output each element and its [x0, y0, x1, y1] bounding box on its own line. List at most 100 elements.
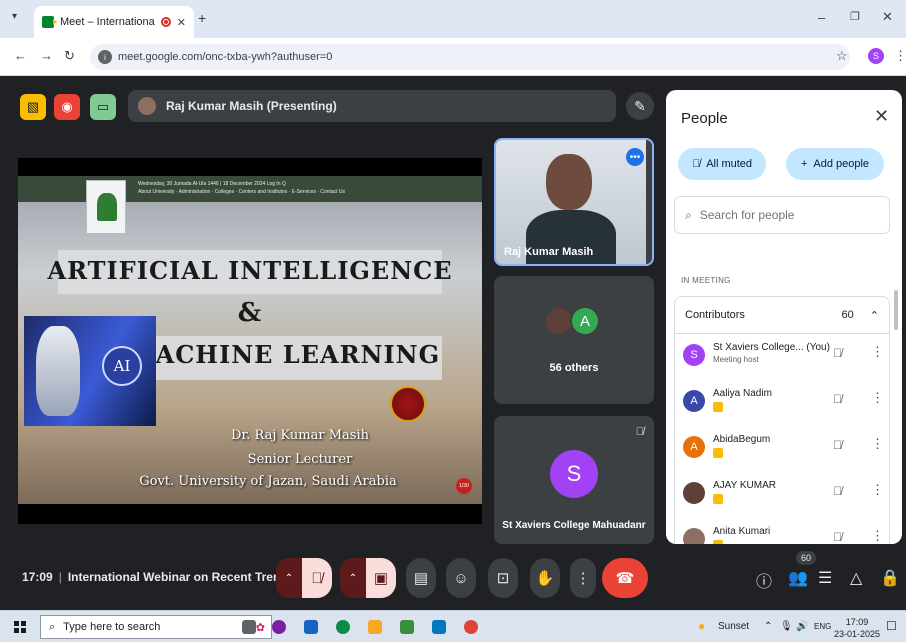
edge-icon[interactable] — [336, 620, 350, 634]
present-button[interactable]: ⊡ — [488, 558, 518, 598]
more-options-icon[interactable]: ⋮ — [871, 390, 884, 406]
contributors-count: 60 — [841, 309, 854, 321]
new-tab-button[interactable]: + — [198, 10, 206, 26]
add-people-button[interactable]: + Add people — [786, 148, 884, 180]
annotate-pen-icon[interactable]: ✎ — [626, 92, 654, 120]
minimize-icon[interactable]: – — [818, 10, 825, 25]
more-options-icon[interactable]: ⋮ — [871, 436, 884, 452]
mic-off-icon[interactable]: 🎙̸ — [833, 392, 842, 406]
weather-label[interactable]: Sunset — [718, 621, 749, 632]
tile-options-icon[interactable]: ••• — [626, 148, 644, 166]
contributors-label: Contributors — [685, 309, 745, 321]
back-icon[interactable]: ← — [14, 48, 27, 63]
people-icon[interactable]: 👥 — [788, 568, 808, 588]
people-panel: People ✕ 🎙̸ All muted + Add people ⌕ IN … — [666, 90, 902, 544]
activities-icon[interactable]: △ — [850, 568, 862, 588]
taskbar-search[interactable]: ⌕ Type here to search ✿ — [40, 615, 272, 639]
companion-icon[interactable]: ▭ — [90, 94, 116, 120]
close-panel-icon[interactable]: ✕ — [874, 106, 889, 127]
meeting-title: International Webinar on Recent Tren... — [67, 570, 291, 584]
chrome-icon[interactable] — [464, 620, 478, 634]
mic-options-chevron-icon[interactable]: ⌃ — [276, 558, 302, 598]
self-tile[interactable]: 🎙̸ S St Xaviers College Mahuadanr — [494, 416, 654, 544]
close-window-icon[interactable]: ✕ — [882, 9, 893, 25]
self-avatar: S — [550, 450, 598, 498]
url-field[interactable]: i meet.google.com/onc-txba-ywh?authuser=… — [90, 44, 850, 70]
site-info-icon[interactable]: i — [98, 50, 112, 64]
task-view-icon[interactable] — [242, 620, 256, 634]
more-options-button[interactable]: ⋮ — [570, 558, 596, 598]
profile-avatar[interactable]: S — [868, 48, 884, 64]
presenter-avatar — [138, 97, 156, 115]
forward-icon[interactable]: → — [40, 48, 53, 63]
presenting-bar[interactable]: Raj Kumar Masih (Presenting) — [128, 90, 616, 122]
file-explorer-icon[interactable] — [368, 620, 382, 634]
contributors-header[interactable]: Contributors 60 ⌃ — [674, 296, 890, 334]
captions-button[interactable]: ▤ — [406, 558, 436, 598]
end-call-button[interactable]: ☎ — [602, 558, 648, 598]
tab-meet[interactable]: Meet – International Webin ✕ — [34, 6, 194, 38]
clock-time: 17:09 — [845, 617, 869, 627]
list-item[interactable]: S St Xaviers College... (You) Meeting ho… — [675, 336, 891, 382]
others-label: 56 others — [549, 362, 599, 374]
browser-menu-icon[interactable]: ⋮ — [894, 48, 906, 64]
participant-name: AbidaBegum — [713, 434, 771, 445]
camera-toggle-button[interactable]: ▣ — [366, 558, 396, 598]
companion-tag-icon — [713, 448, 723, 458]
collapse-chevron-icon[interactable]: ⌃ — [870, 309, 879, 322]
chat-icon[interactable]: ☰ — [818, 568, 832, 588]
app-icon-2[interactable] — [304, 620, 318, 634]
speaker-name: Raj Kumar Masih — [504, 246, 594, 258]
participant-role: Meeting host — [713, 355, 759, 364]
restore-icon[interactable]: ❐ — [850, 10, 860, 23]
bookmark-star-icon[interactable]: ☆ — [836, 48, 848, 64]
recording-icon[interactable]: ◉ — [54, 94, 80, 120]
tab-list-chevron-icon[interactable]: ▾ — [12, 11, 17, 22]
participant-avatar: A — [570, 306, 600, 336]
mail-icon[interactable] — [432, 620, 446, 634]
tray-chevron-icon[interactable]: ⌃ — [764, 621, 772, 632]
list-item[interactable]: Anita Kumari 🎙̸ ⋮ — [675, 520, 891, 544]
slide-header-nav: About University · Administration · Coll… — [138, 189, 346, 195]
panel-scrollbar[interactable] — [894, 290, 898, 330]
participant-name: Aaliya Nadim — [713, 388, 772, 399]
mic-off-icon[interactable]: 🎙̸ — [833, 530, 842, 544]
speaker-head — [546, 154, 592, 210]
host-controls-icon[interactable]: ▧ — [20, 94, 46, 120]
windows-start-icon[interactable] — [14, 621, 26, 633]
people-search[interactable]: ⌕ — [674, 196, 890, 234]
meet-favicon-icon — [42, 16, 57, 28]
app-icon[interactable] — [272, 620, 286, 634]
meeting-details-icon[interactable]: ⓘ — [756, 568, 772, 592]
volume-icon[interactable]: 🔊 — [796, 621, 808, 632]
participant-list: S St Xaviers College... (You) Meeting ho… — [674, 334, 890, 544]
list-item[interactable]: A Aaliya Nadim 🎙̸ ⋮ — [675, 382, 891, 428]
reload-icon[interactable]: ↻ — [64, 48, 75, 64]
mic-tray-icon[interactable]: 🎙 — [780, 621, 793, 632]
raise-hand-button[interactable]: ✋ — [530, 558, 560, 598]
mic-off-icon[interactable]: 🎙̸ — [833, 484, 842, 498]
people-search-input[interactable] — [699, 208, 870, 222]
others-tile[interactable]: A 56 others — [494, 276, 654, 404]
speaker-tile[interactable]: ••• Raj Kumar Masih — [494, 138, 654, 266]
language-indicator[interactable]: ENG — [814, 622, 831, 631]
taskbar-clock[interactable]: 17:09 23-01-2025 — [834, 616, 880, 640]
host-lock-icon[interactable]: 🔒 — [880, 568, 900, 588]
list-item[interactable]: A AbidaBegum 🎙̸ ⋮ — [675, 428, 891, 474]
camera-options-chevron-icon[interactable]: ⌃ — [340, 558, 366, 598]
store-icon[interactable] — [400, 620, 414, 634]
mic-off-icon[interactable]: 🎙̸ — [833, 438, 842, 452]
mic-toggle-button[interactable]: 🎙̸ — [302, 558, 332, 598]
participant-avatar: S — [683, 344, 705, 366]
more-options-icon[interactable]: ⋮ — [871, 344, 884, 360]
all-muted-button[interactable]: 🎙̸ All muted — [678, 148, 766, 180]
slide-author-org: Govt. University of Jazan, Saudi Arabia — [139, 474, 397, 489]
reactions-button[interactable]: ☺ — [446, 558, 476, 598]
close-tab-icon[interactable]: ✕ — [177, 16, 186, 29]
mic-off-icon[interactable]: 🎙̸ — [833, 346, 842, 360]
notifications-icon[interactable]: ☐ — [886, 619, 897, 633]
list-item[interactable]: AJAY KUMAR 🎙̸ ⋮ — [675, 474, 891, 520]
people-panel-title: People — [681, 110, 728, 127]
more-options-icon[interactable]: ⋮ — [871, 528, 884, 544]
more-options-icon[interactable]: ⋮ — [871, 482, 884, 498]
